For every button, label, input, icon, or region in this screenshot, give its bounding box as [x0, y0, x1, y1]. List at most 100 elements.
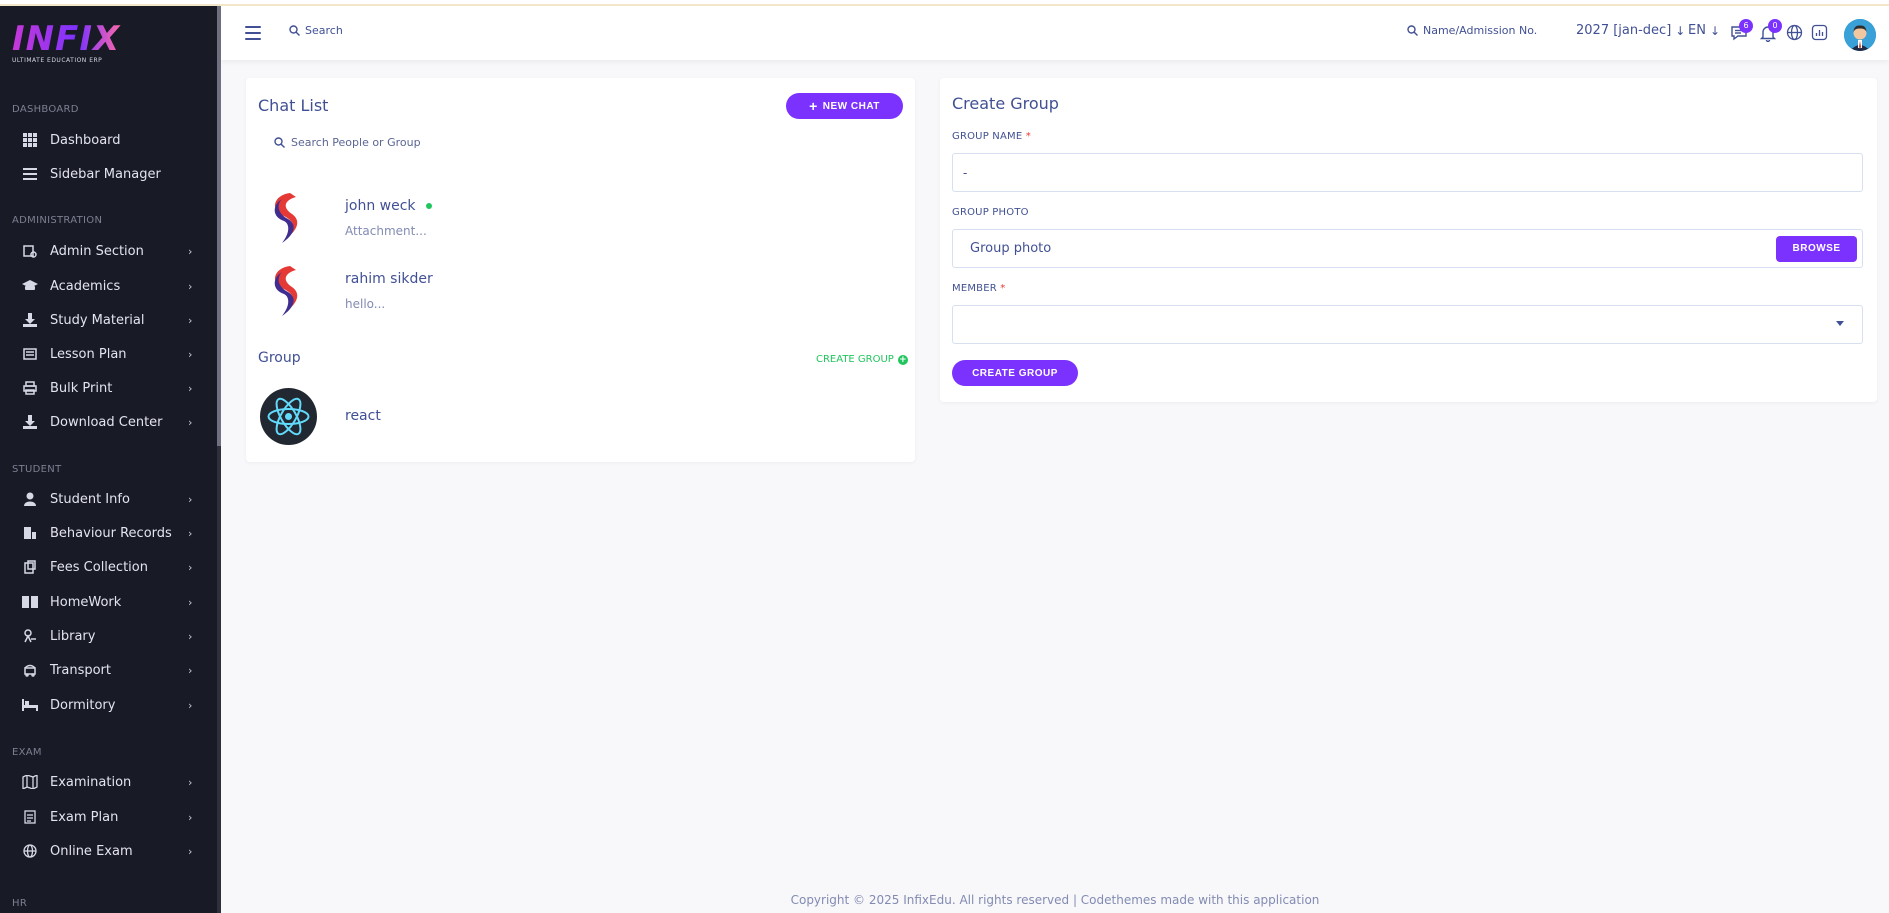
react-logo-icon: [260, 388, 317, 445]
header-search[interactable]: Search: [289, 24, 343, 37]
sidebar: INFIX ULTIMATE EDUCATION ERP DASHBOARD D…: [0, 6, 217, 913]
student-search[interactable]: Name/Admission No.: [1407, 24, 1537, 37]
analytics-button[interactable]: [1811, 24, 1829, 42]
sidebar-item-label: Bulk Print: [50, 380, 113, 396]
sidebar-item-label: Transport: [50, 662, 112, 678]
chat-item-rahim-sikder[interactable]: rahim sikder hello...: [260, 262, 780, 326]
online-status-dot: [425, 203, 432, 209]
chevron-right-icon: ›: [188, 279, 193, 293]
sidebar-item-fees-collection[interactable]: Fees Collection ›: [0, 551, 210, 583]
sidebar-item-online-exam[interactable]: Online Exam ›: [0, 835, 210, 867]
sidebar-item-admin-section[interactable]: Admin Section ›: [0, 235, 210, 267]
group-photo-field[interactable]: Group photo BROWSE: [952, 229, 1863, 268]
create-group-title: Create Group: [952, 94, 1059, 113]
new-chat-button[interactable]: + NEW CHAT: [786, 93, 903, 119]
group-name-field: [952, 153, 1863, 192]
website-button[interactable]: [1786, 24, 1804, 42]
messages-button[interactable]: 6: [1730, 19, 1753, 42]
sidebar-item-label: HomeWork: [50, 594, 122, 610]
chevron-right-icon: ›: [188, 492, 193, 506]
sidebar-item-lesson-plan[interactable]: Lesson Plan ›: [0, 338, 210, 370]
book-icon: [22, 594, 38, 610]
chevron-right-icon: ›: [188, 629, 193, 643]
group-item-react[interactable]: react: [260, 388, 780, 452]
group-name-label-text: GROUP NAME: [952, 131, 1023, 142]
create-group-panel: Create Group GROUP NAME * GROUP PHOTO Gr…: [940, 78, 1877, 402]
chevron-right-icon: ›: [188, 775, 193, 789]
chevron-right-icon: ›: [188, 663, 193, 677]
academic-year-select[interactable]: 2027 [jan-dec] ↓: [1576, 23, 1685, 38]
sidebar-scrollbar[interactable]: [217, 6, 221, 913]
sidebar-item-library[interactable]: Library ›: [0, 620, 210, 652]
sidebar-item-examination[interactable]: Examination ›: [0, 766, 210, 798]
section-label-hr: HR: [12, 898, 28, 909]
chat-list-title: Chat List: [258, 96, 329, 115]
new-chat-label: NEW CHAT: [822, 100, 880, 112]
sidebar-item-homework[interactable]: HomeWork ›: [0, 586, 210, 618]
graduation-cap-icon: [22, 278, 38, 294]
language-value: EN: [1688, 23, 1706, 38]
browse-button[interactable]: BROWSE: [1776, 235, 1857, 262]
notifications-badge: 0: [1768, 19, 1782, 33]
sidebar-item-label: Dashboard: [50, 132, 121, 148]
sidebar-item-academics[interactable]: Academics ›: [0, 270, 210, 302]
chat-search-input[interactable]: [291, 136, 491, 149]
sidebar-item-study-material[interactable]: Study Material ›: [0, 304, 210, 336]
search-icon: [289, 25, 300, 36]
sidebar-item-label: Examination: [50, 774, 132, 790]
academic-year-value: 2027 [jan-dec]: [1576, 23, 1672, 38]
group-name: react: [345, 408, 381, 424]
user-avatar[interactable]: [1844, 19, 1876, 51]
create-group-link[interactable]: CREATE GROUP +: [816, 354, 908, 365]
chat-last-message: Attachment...: [345, 224, 427, 238]
document-icon: [22, 809, 38, 825]
sidebar-item-label: Student Info: [50, 491, 130, 507]
printer-icon: [22, 380, 38, 396]
sidebar-item-label: Library: [50, 628, 96, 644]
group-name-input[interactable]: [953, 154, 1862, 191]
chat-list-panel: Chat List + NEW CHAT john weck Attachmen…: [246, 78, 915, 462]
sidebar-item-dashboard[interactable]: Dashboard: [0, 124, 210, 156]
menu-icon: [22, 166, 38, 182]
footer-copyright: Copyright © 2025 InfixEdu. All rights re…: [790, 893, 1320, 907]
sidebar-item-download-center[interactable]: Download Center ›: [0, 406, 210, 438]
sidebar-item-sidebar-manager[interactable]: Sidebar Manager: [0, 158, 210, 190]
section-label-exam: EXAM: [12, 747, 42, 758]
chat-name-row: john weck: [345, 198, 432, 214]
logo[interactable]: INFIX ULTIMATE EDUCATION ERP: [12, 22, 122, 68]
sidebar-item-exam-plan[interactable]: Exam Plan ›: [0, 801, 210, 833]
sidebar-item-behaviour-records[interactable]: Behaviour Records ›: [0, 517, 210, 549]
create-group-button[interactable]: CREATE GROUP: [952, 360, 1078, 386]
chevron-right-icon: ›: [188, 698, 193, 712]
chevron-right-icon: ›: [188, 810, 193, 824]
section-label-dashboard: DASHBOARD: [12, 104, 79, 115]
grid-icon: [22, 132, 38, 148]
sidebar-item-student-info[interactable]: Student Info ›: [0, 483, 210, 515]
sidebar-scrollbar-thumb[interactable]: [217, 6, 221, 446]
member-select[interactable]: [952, 305, 1863, 344]
library-icon: [22, 628, 38, 644]
language-select[interactable]: EN ↓: [1688, 23, 1720, 38]
chevron-right-icon: ›: [188, 526, 193, 540]
chat-name: rahim sikder: [345, 271, 433, 287]
sidebar-item-transport[interactable]: Transport ›: [0, 654, 210, 686]
sidebar-item-label: Sidebar Manager: [50, 166, 161, 182]
chat-item-john-weck[interactable]: john weck Attachment...: [260, 189, 780, 253]
behaviour-icon: [22, 525, 38, 541]
search-icon: [274, 137, 285, 148]
user-icon: [22, 491, 38, 507]
chat-search: [274, 136, 491, 149]
notifications-button[interactable]: 0: [1759, 19, 1782, 43]
hamburger-menu-icon[interactable]: [245, 26, 261, 40]
logo-text: INFIX: [12, 19, 121, 59]
sidebar-item-dormitory[interactable]: Dormitory ›: [0, 689, 210, 721]
sidebar-item-label: Lesson Plan: [50, 346, 127, 362]
globe-icon: [22, 843, 38, 859]
sidebar-item-bulk-print[interactable]: Bulk Print ›: [0, 372, 210, 404]
group-photo-label-text: GROUP PHOTO: [952, 207, 1029, 218]
download-icon: [22, 312, 38, 328]
download-icon: [22, 414, 38, 430]
chevron-right-icon: ›: [188, 313, 193, 327]
section-label-student: STUDENT: [12, 464, 62, 475]
bed-icon: [22, 697, 38, 713]
